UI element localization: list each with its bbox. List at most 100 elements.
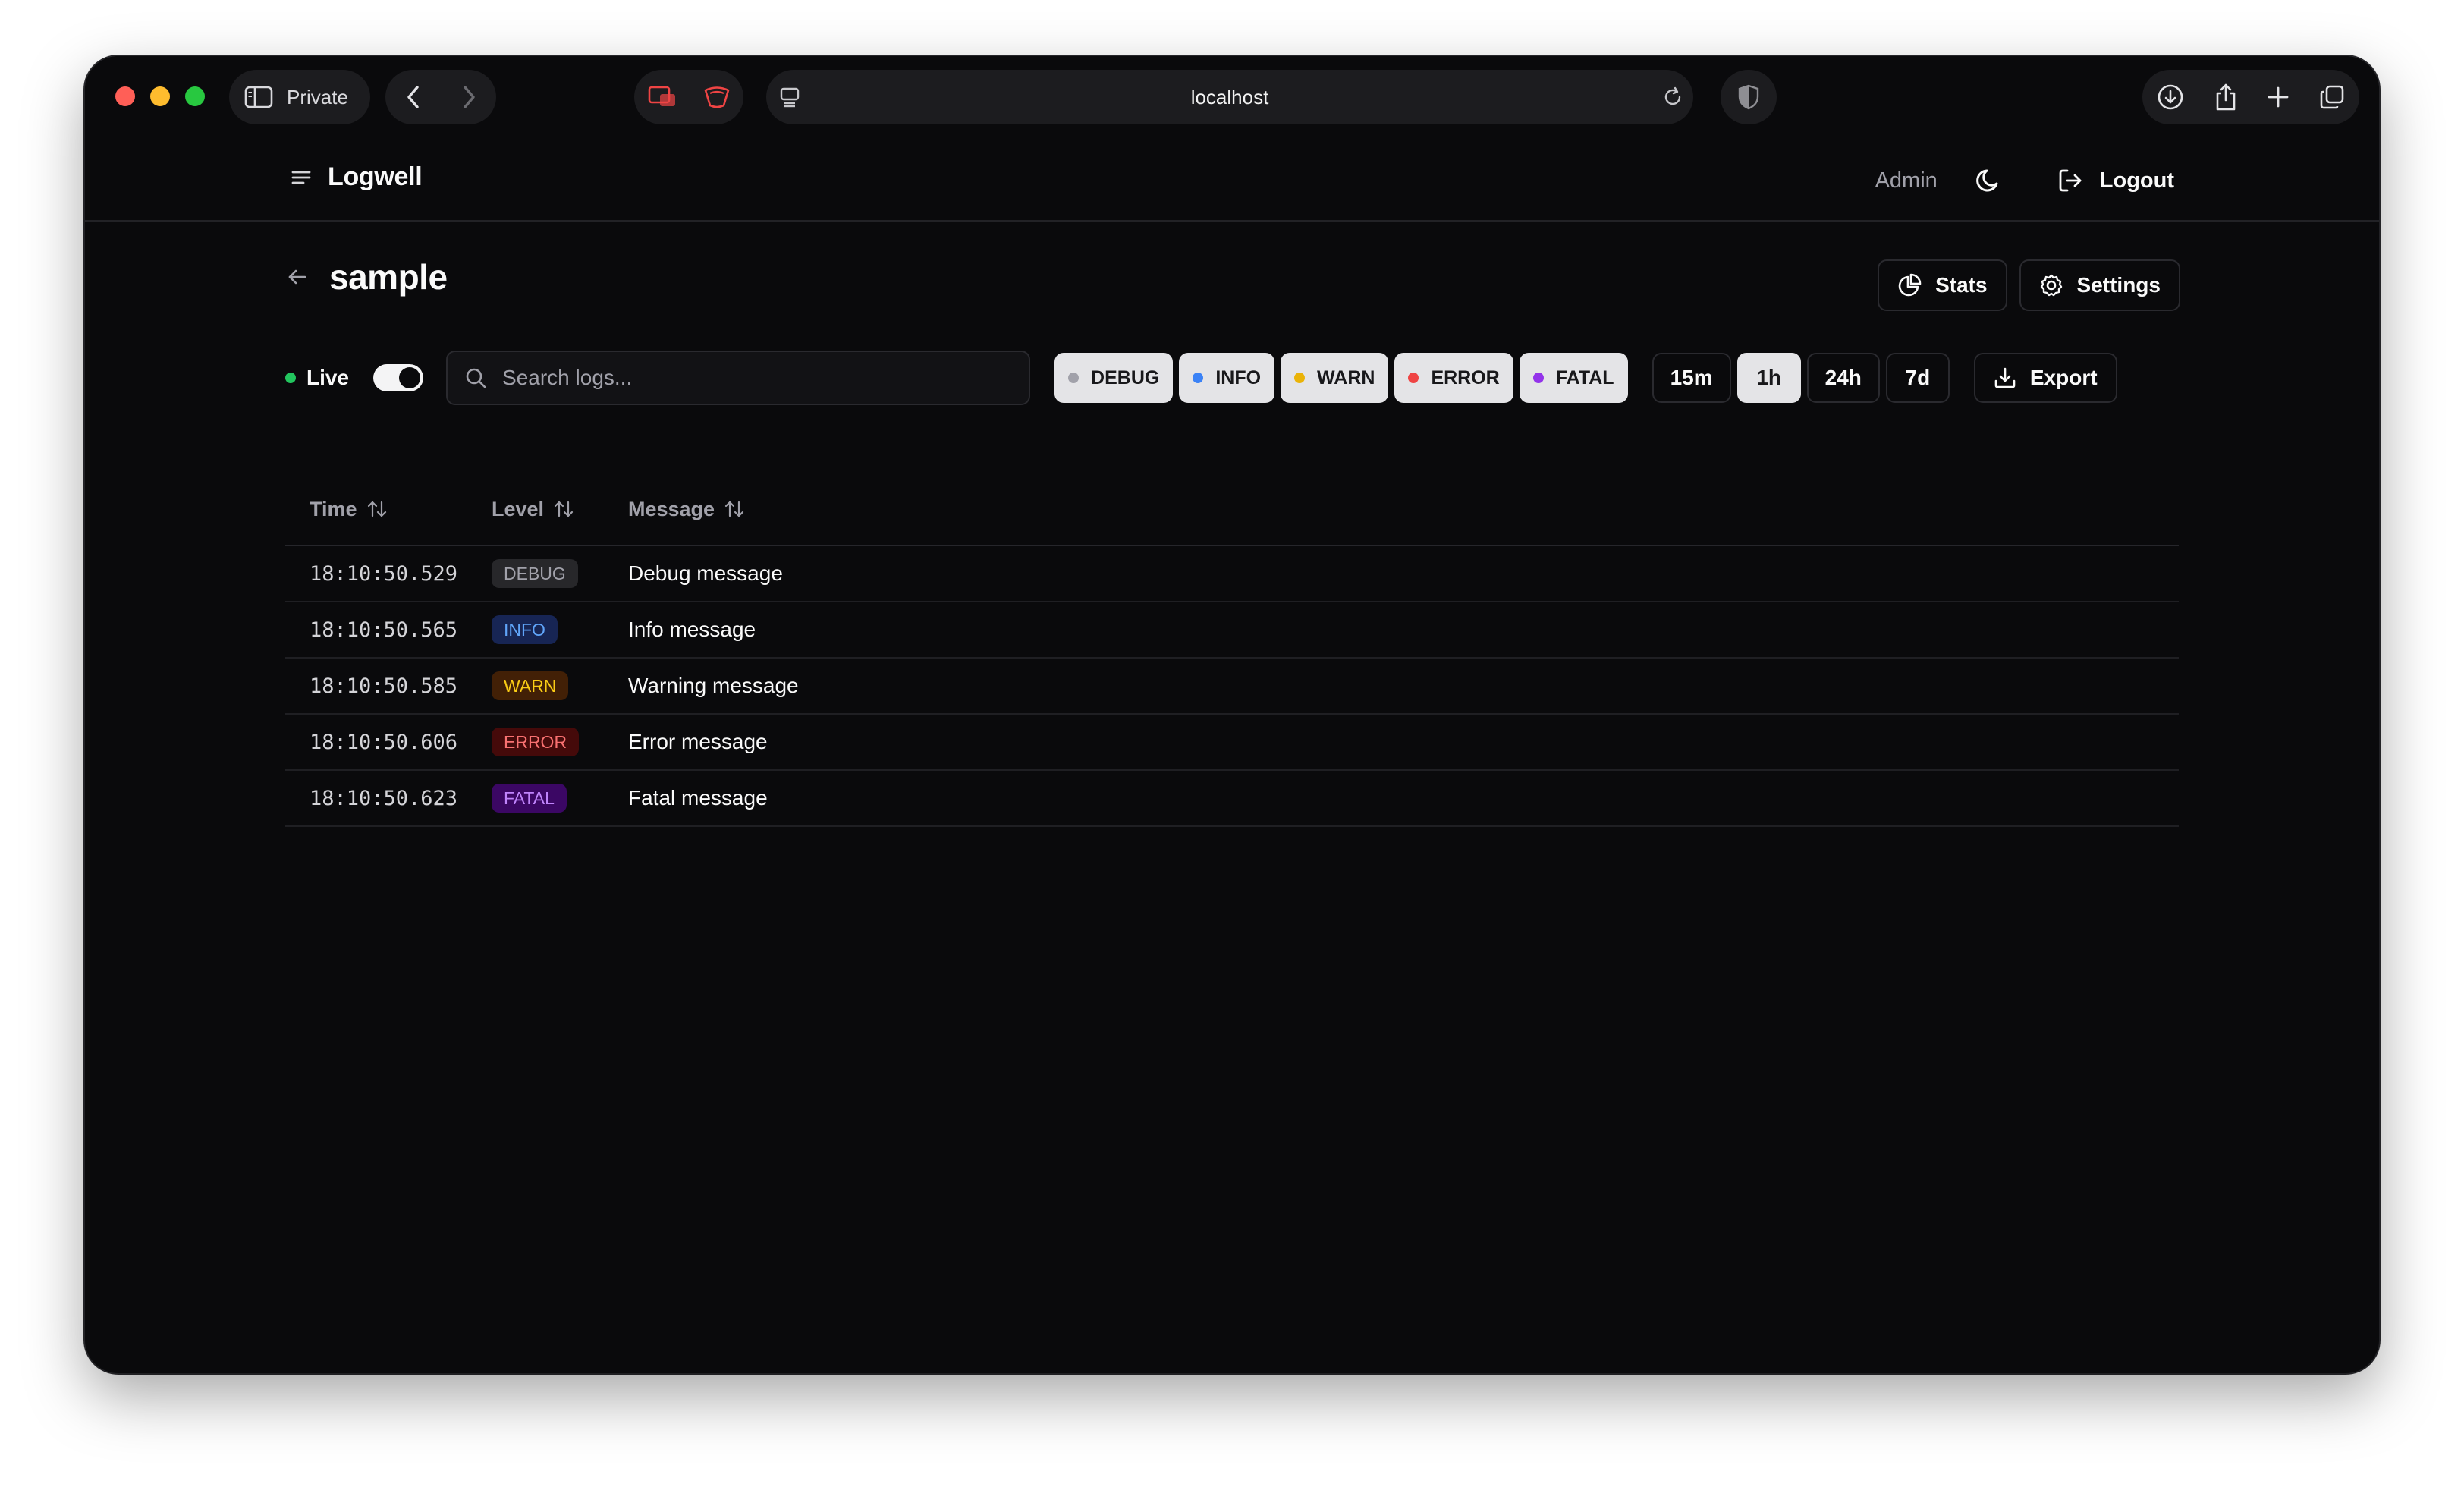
page-heading: sample <box>287 256 448 297</box>
sort-level-header[interactable]: Level <box>492 498 628 521</box>
search-input[interactable] <box>501 365 990 391</box>
tab-overview-icon[interactable] <box>2319 84 2345 110</box>
log-level-cell: FATAL <box>492 784 628 813</box>
sort-icon <box>366 499 388 519</box>
log-level-cell: INFO <box>492 615 628 644</box>
table-row[interactable]: 18:10:50.623 FATAL Fatal message <box>285 771 2179 827</box>
logout-button[interactable]: Logout <box>2057 168 2174 193</box>
level-filter-warn[interactable]: WARN <box>1281 353 1389 403</box>
sort-message-header[interactable]: Message <box>628 498 2179 521</box>
level-filter-label: FATAL <box>1555 366 1614 388</box>
level-filter-debug[interactable]: DEBUG <box>1054 353 1174 403</box>
log-table: Time Level Message 18:10:50.529 DEBUG Debu… <box>285 473 2179 827</box>
logout-label: Logout <box>2099 168 2174 193</box>
stats-button[interactable]: Stats <box>1878 259 2007 311</box>
share-icon[interactable] <box>2214 83 2238 112</box>
column-label: Message <box>628 497 715 520</box>
sort-icon <box>724 499 745 519</box>
column-label: Time <box>310 497 357 520</box>
level-dot <box>1532 373 1544 383</box>
back-arrow-icon[interactable] <box>287 268 308 286</box>
level-filter-fatal[interactable]: FATAL <box>1519 353 1628 403</box>
switch-knob <box>399 367 421 388</box>
reload-icon[interactable] <box>1661 86 1684 108</box>
stats-label: Stats <box>1935 273 1988 297</box>
log-message: Fatal message <box>628 786 768 810</box>
app-header: Logwell Admin Logout <box>85 138 2379 222</box>
logout-icon <box>2057 168 2083 193</box>
downloads-icon[interactable] <box>2157 83 2184 111</box>
live-label: Live <box>306 366 350 389</box>
export-button[interactable]: Export <box>1973 353 2117 403</box>
address-bar[interactable]: localhost <box>766 70 1693 124</box>
privacy-shield-button[interactable] <box>1721 70 1777 124</box>
live-toggle[interactable]: Live <box>285 364 424 391</box>
log-time: 18:10:50.585 <box>310 674 458 698</box>
level-filter-info[interactable]: INFO <box>1179 353 1275 403</box>
level-filter-label: ERROR <box>1431 366 1500 388</box>
table-row[interactable]: 18:10:50.565 INFO Info message <box>285 602 2179 659</box>
new-tab-icon[interactable] <box>2267 86 2290 108</box>
live-switch[interactable] <box>373 364 424 391</box>
level-dot <box>1068 373 1080 383</box>
log-message: Info message <box>628 618 756 641</box>
log-level-cell: DEBUG <box>492 559 628 588</box>
sort-icon <box>553 499 574 519</box>
menu-icon[interactable] <box>291 169 311 186</box>
table-body: 18:10:50.529 DEBUG Debug message 18:10:50.5… <box>285 546 2179 827</box>
window-controls <box>115 86 205 106</box>
history-nav <box>385 70 496 124</box>
browser-toolbar: Private localhost <box>85 56 2379 138</box>
log-time: 18:10:50.565 <box>310 618 458 642</box>
level-dot <box>1193 373 1204 383</box>
live-indicator-dot <box>285 373 296 383</box>
browser-actions <box>2142 70 2359 124</box>
zoom-window-button[interactable] <box>185 86 205 106</box>
user-name: Admin <box>1875 168 1938 193</box>
moon-icon[interactable] <box>1974 166 2003 195</box>
app-name[interactable]: Logwell <box>328 162 423 192</box>
forward-chevron-icon[interactable] <box>460 84 478 110</box>
table-row[interactable]: 18:10:50.606 ERROR Error message <box>285 715 2179 771</box>
time-range-15m[interactable]: 15m <box>1652 353 1731 403</box>
time-range-1h[interactable]: 1h <box>1736 353 1801 403</box>
page-title: sample <box>329 257 448 297</box>
settings-button[interactable]: Settings <box>2019 259 2180 311</box>
log-time: 18:10:50.529 <box>310 561 458 586</box>
level-badge: DEBUG <box>492 559 578 588</box>
table-row[interactable]: 18:10:50.529 DEBUG Debug message <box>285 546 2179 602</box>
minimize-window-button[interactable] <box>150 86 170 106</box>
back-chevron-icon[interactable] <box>404 84 423 110</box>
sort-time-header[interactable]: Time <box>285 498 492 521</box>
level-badge: WARN <box>492 671 569 700</box>
column-label: Level <box>492 497 545 520</box>
gear-icon <box>2039 273 2063 297</box>
time-range-7d[interactable]: 7d <box>1885 353 1950 403</box>
table-row[interactable]: 18:10:50.585 WARN Warning message <box>285 659 2179 715</box>
close-window-button[interactable] <box>115 86 135 106</box>
screen-share-icon[interactable] <box>648 85 677 109</box>
level-badge: ERROR <box>492 728 580 756</box>
time-range-24h[interactable]: 24h <box>1806 353 1880 403</box>
level-badge: INFO <box>492 615 558 644</box>
export-label: Export <box>2029 366 2098 389</box>
header-actions: Admin Logout <box>1875 156 2174 205</box>
level-dot <box>1294 373 1306 383</box>
log-toolbar: Live DEBUGINFOWARNERRORFATAL 15m1h24h7d … <box>285 351 2117 405</box>
time-range-filters: 15m 1h 24h 7d <box>1652 353 1950 403</box>
download-icon <box>1994 366 2016 389</box>
page-actions: Stats Settings <box>1878 259 2180 311</box>
level-filters: DEBUG INFO WARN ERROR FATAL <box>1054 353 1628 403</box>
level-dot <box>1408 373 1419 383</box>
sidebar-icon <box>244 86 273 108</box>
shield-icon <box>1738 84 1759 110</box>
brand: Logwell <box>291 162 423 192</box>
level-filter-error[interactable]: ERROR <box>1394 353 1513 403</box>
level-badge: FATAL <box>492 784 567 813</box>
sidebar-toggle-button[interactable]: Private <box>229 70 370 124</box>
ad-blocker-icon[interactable] <box>703 86 731 108</box>
log-level-cell: ERROR <box>492 728 628 756</box>
search-box <box>446 351 1031 405</box>
level-filter-label: DEBUG <box>1091 366 1160 388</box>
browser-window: Private localhost Logwell Admin Logout s… <box>85 56 2379 1373</box>
